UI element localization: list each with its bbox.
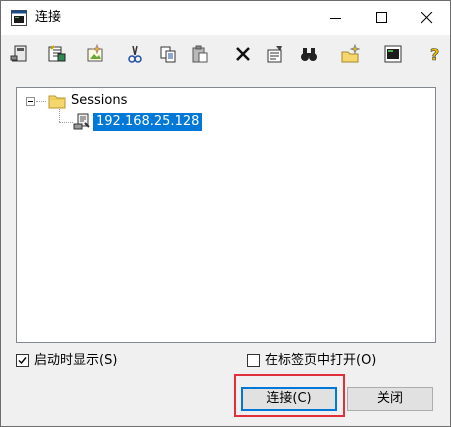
minimize-button[interactable] <box>313 1 359 35</box>
properties-icon[interactable] <box>265 44 285 64</box>
tree-node-session[interactable]: 192.168.25.128 <box>93 113 203 131</box>
copy-icon[interactable] <box>158 44 178 64</box>
tree-line <box>59 122 73 123</box>
session-tree[interactable]: Sessions 192.168.25.128 <box>16 87 436 343</box>
close-button[interactable]: 关闭 <box>347 387 433 411</box>
close-icon <box>421 12 433 24</box>
maximize-button[interactable] <box>359 1 405 35</box>
tree-node-sessions[interactable]: Sessions <box>71 93 127 109</box>
open-in-tab-label[interactable]: 在标签页中打开(O) <box>265 353 376 369</box>
app-icon <box>11 10 27 26</box>
folder-icon <box>48 93 66 112</box>
close-window-button[interactable] <box>404 1 450 35</box>
show-on-startup-checkbox[interactable] <box>16 354 29 367</box>
maximize-icon <box>376 12 387 23</box>
highlight-box <box>234 374 345 417</box>
checkmark-icon <box>18 357 27 365</box>
window-title: 连接 <box>35 10 62 25</box>
help-icon[interactable]: ? <box>425 44 445 64</box>
new-folder-icon[interactable] <box>340 44 360 64</box>
show-on-startup-label[interactable]: 启动时显示(S) <box>34 353 117 369</box>
tree-line <box>59 109 60 122</box>
open-in-tab-checkbox[interactable] <box>247 354 260 367</box>
delete-icon[interactable] <box>233 44 253 64</box>
session-icon <box>73 113 91 134</box>
title-bar[interactable]: 连接 <box>1 1 450 35</box>
cut-icon[interactable] <box>125 44 145 64</box>
minimize-icon <box>330 18 341 19</box>
connect-dialog: 连接 ? Sessions 192.168.25.128 启动时显示(S) 在标… <box>0 0 451 427</box>
create-shortcut-icon[interactable] <box>383 44 403 64</box>
new-session-icon[interactable] <box>85 44 105 64</box>
collapse-toggle[interactable] <box>26 97 35 106</box>
connect-in-tab-icon[interactable] <box>47 44 67 64</box>
toolbar: ? <box>1 39 450 71</box>
tree-line <box>36 101 46 102</box>
quick-connect-icon[interactable] <box>9 44 29 64</box>
paste-icon[interactable] <box>190 44 210 64</box>
svg-text:?: ? <box>430 45 439 64</box>
find-icon[interactable] <box>299 44 319 64</box>
